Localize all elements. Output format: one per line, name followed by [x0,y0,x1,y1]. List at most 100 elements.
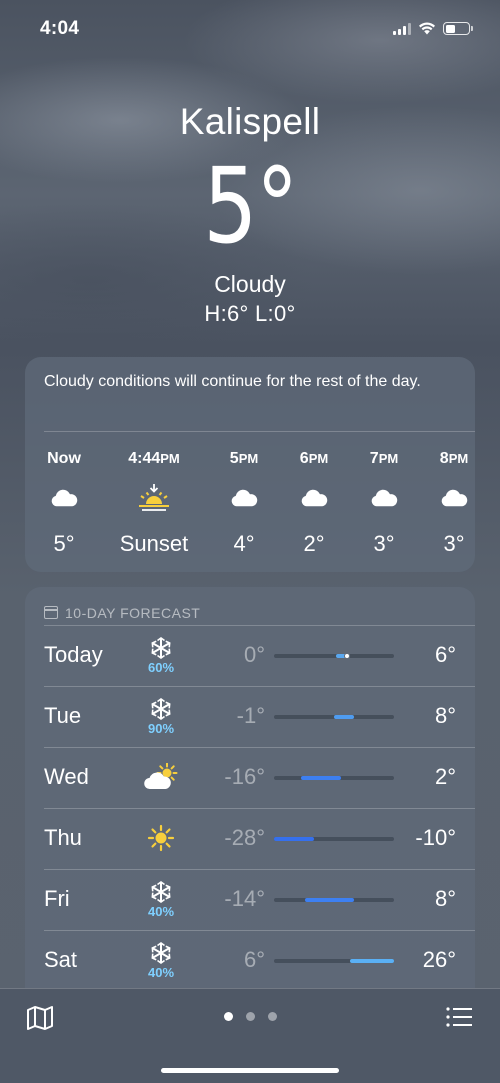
sun-icon [135,818,187,858]
low-temperature: -28° [224,825,265,850]
bottom-toolbar [0,988,500,1083]
low-temperature: -1° [236,703,265,728]
forecast-day: Today [44,642,103,667]
hour-value: Sunset [119,531,189,556]
temperature-range-fill [334,715,354,719]
home-indicator[interactable] [161,1068,339,1073]
calendar-icon [44,606,58,619]
hourly-forecast-card[interactable]: Cloudy conditions will continue for the … [25,357,475,572]
hour-value: 3° [443,531,465,556]
forecast-day: Tue [44,703,82,728]
hour-label: 6PM [299,450,329,467]
temperature-range-bar [274,898,394,902]
hour-label: Now [47,450,81,467]
forecast-day: Fri [44,886,70,911]
forecast-condition: 90% [135,696,187,736]
current-condition: Cloudy [214,271,286,297]
forecast-condition: 40% [135,879,187,919]
hourly-item: 7PM 3° [344,445,424,559]
divider [44,808,475,809]
hourly-item: 8PM 3° [414,445,494,559]
sunset-icon [112,473,196,523]
cloud-icon [24,473,104,523]
battery-icon [443,22,473,35]
page-indicator[interactable] [0,1012,500,1021]
list-icon[interactable] [446,1006,472,1028]
temperature-range-bar [274,959,394,963]
forecast-condition [135,757,187,797]
temperature-range-fill [274,837,314,841]
forecast-row[interactable]: Fri 40% -14° 8° [25,869,475,930]
forecast-row[interactable]: Wed -16° 2° [25,747,475,808]
wifi-icon [419,22,435,35]
divider [44,747,475,748]
hour-label: 5PM [229,450,259,467]
hour-label: 7PM [369,450,399,467]
temperature-range-fill [349,959,394,963]
forecast-row[interactable]: Sat 40% 6° 26° [25,930,475,991]
current-temperature-marker [344,653,351,659]
status-bar: 4:04 [0,0,500,60]
snowflake-icon [135,635,187,660]
temperature-range-bar [274,715,394,719]
forecast-day: Sat [44,947,78,972]
hourly-item: 6PM 2° [274,445,354,559]
snowflake-icon [135,696,187,721]
forecast-day: Wed [44,764,89,789]
cellular-signal-icon [393,22,411,35]
low-temperature: 6° [243,947,265,972]
cloud-icon [204,473,284,523]
temperature-range-fill [300,776,341,780]
divider [44,930,475,931]
ten-day-forecast-card[interactable]: 10-DAY FORECAST Today 60% 0° 6° Tue 90% -1° 8° W… [25,587,475,1007]
hourly-list[interactable]: Now 5° 4:44PM Sunset 5PM 4° 6PM 2° 7PM 3° 8PM 3° [25,445,475,565]
precipitation-chance: 60% [147,660,175,675]
cloud-icon [414,473,494,523]
temperature-range-bar [274,776,394,780]
high-temperature: 2° [434,764,456,789]
current-temperature: 5° [203,145,298,267]
hour-value: 5° [53,531,75,556]
forecast-list: Today 60% 0° 6° Tue 90% -1° 8° Wed -16° 2° Thu -28° -… [25,625,475,991]
temperature-range-fill [305,898,354,902]
precipitation-chance: 40% [147,904,175,919]
high-temperature: 26° [422,947,456,972]
precipitation-chance: 90% [147,721,175,736]
divider [44,625,475,626]
status-icons [393,22,473,35]
forecast-condition [135,818,187,858]
high-low-temperature: H:6° L:0° [204,301,296,326]
temperature-range-bar [274,653,394,659]
forecast-row[interactable]: Thu -28° -10° [25,808,475,869]
high-temperature: 6° [434,642,456,667]
hourly-item: 5PM 4° [204,445,284,559]
snowflake-icon [135,879,187,904]
low-temperature: 0° [243,642,265,667]
hour-label: 4:44PM [128,450,180,467]
forecast-title: 10-DAY FORECAST [65,604,201,621]
forecast-row[interactable]: Tue 90% -1° 8° [25,686,475,747]
page-dot[interactable] [223,1012,233,1021]
forecast-row[interactable]: Today 60% 0° 6° [25,625,475,686]
hourly-item: 4:44PM Sunset [112,445,196,559]
current-conditions: Kalispell 5° Cloudy H:6° L:0° [0,100,500,328]
divider [44,686,475,687]
hour-value: 2° [303,531,325,556]
hour-label: 8PM [439,450,469,467]
low-temperature: -16° [224,764,265,789]
conditions-summary: Cloudy conditions will continue for the … [44,373,421,390]
cloud-icon [274,473,354,523]
hourly-item: Now 5° [24,445,104,559]
high-temperature: 8° [434,703,456,728]
precipitation-chance: 40% [147,965,175,980]
snowflake-icon [135,940,187,965]
status-time: 4:04 [40,18,80,39]
forecast-condition: 40% [135,940,187,980]
page-dot[interactable] [267,1012,277,1021]
city-name: Kalispell [179,101,321,142]
forecast-day: Thu [44,825,82,850]
page-dot[interactable] [245,1012,255,1021]
hour-value: 3° [373,531,395,556]
partly-sunny-icon [135,757,187,797]
divider [44,869,475,870]
